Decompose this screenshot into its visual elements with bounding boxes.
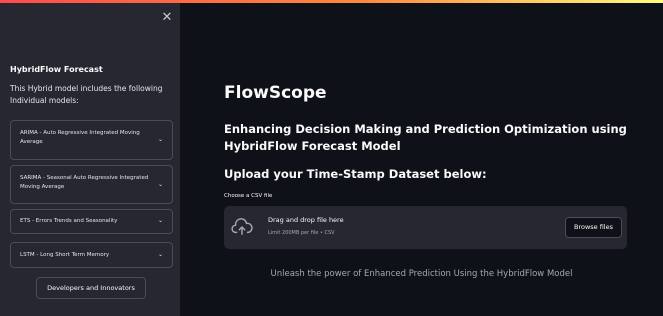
browse-files-button[interactable]: Browse files	[565, 217, 622, 238]
file-dropzone[interactable]: Drag and drop file here Limit 200MB per …	[224, 206, 627, 249]
chevron-down-icon[interactable]: ⌄	[158, 251, 163, 258]
sidebar-title: HybridFlow Forecast	[10, 65, 103, 74]
page-title: FlowScope	[224, 83, 327, 103]
main-content: FlowScope Enhancing Decision Making and …	[180, 3, 663, 316]
chevron-down-icon[interactable]: ⌄	[158, 136, 163, 143]
expander-label: ARIMA - Auto Regressive Integrated Movin…	[20, 130, 140, 145]
upload-heading: Upload your Time-Stamp Dataset below:	[224, 167, 487, 181]
expander-sarima[interactable]: SARIMA - Seasonal Auto Regressive Integr…	[10, 165, 173, 204]
page-subtitle: Enhancing Decision Making and Prediction…	[224, 122, 627, 153]
expander-label: SARIMA - Seasonal Auto Regressive Integr…	[20, 175, 149, 190]
tagline: Unleash the power of Enhanced Prediction…	[270, 269, 573, 279]
close-icon[interactable]: ✕	[160, 11, 174, 25]
expander-ets[interactable]: ETS - Errors Trends and Seasonality ⌄	[10, 209, 173, 234]
dropzone-limit: Limit 200MB per file • CSV	[268, 230, 335, 236]
chevron-down-icon[interactable]: ⌄	[158, 217, 163, 224]
developers-button[interactable]: Developers and Innovators	[36, 277, 146, 299]
sidebar: ✕ HybridFlow Forecast This Hybrid model …	[0, 3, 180, 316]
chevron-down-icon[interactable]: ⌄	[158, 181, 163, 188]
expander-label: ETS - Errors Trends and Seasonality	[20, 218, 118, 224]
uploader-label: Choose a CSV file	[224, 193, 273, 199]
sidebar-description: This Hybrid model includes the following…	[10, 84, 163, 105]
dropzone-instructions: Drag and drop file here	[268, 216, 344, 224]
app-header	[180, 3, 663, 31]
expander-lstm[interactable]: LSTM - Long Short Term Memory ⌄	[10, 242, 173, 268]
expander-label: LSTM - Long Short Term Memory	[20, 252, 110, 258]
cloud-upload-icon	[231, 218, 253, 235]
expander-arima[interactable]: ARIMA - Auto Regressive Integrated Movin…	[10, 120, 173, 160]
